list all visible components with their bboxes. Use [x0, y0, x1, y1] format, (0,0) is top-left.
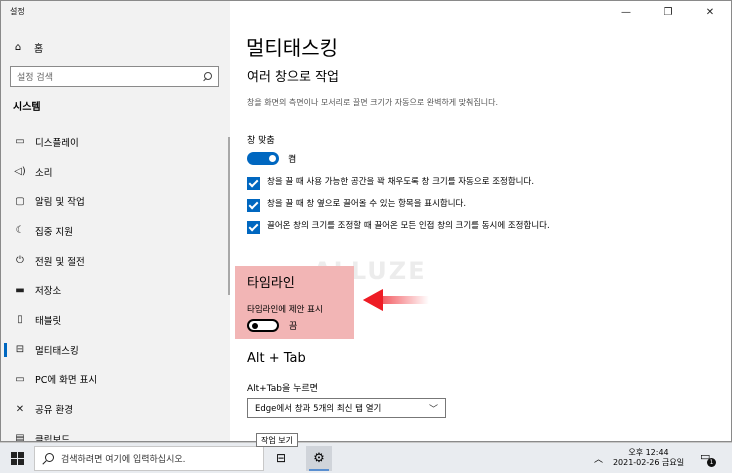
storage-icon: ▬ — [15, 284, 25, 296]
sidebar-item-focus-assist[interactable]: ☾ 집중 지원 — [1, 216, 230, 246]
maximize-button[interactable]: ❐ — [647, 1, 689, 23]
start-button[interactable] — [0, 443, 34, 473]
snap-option-fill[interactable]: 창을 끌 때 사용 가능한 공간을 꽉 채우도록 창 크기를 자동으로 조정합니… — [247, 176, 577, 190]
timeline-label: 타임라인에 제안 표시 — [247, 305, 323, 315]
sidebar-item-label: 집중 지원 — [35, 226, 73, 238]
alttab-select[interactable]: Edge에서 창과 5개의 최신 탭 열기 ﹀ — [247, 398, 446, 418]
window-controls: — ❐ ✕ — [605, 1, 731, 23]
snap-toggle-row: 켬 — [247, 152, 296, 165]
close-button[interactable]: ✕ — [689, 1, 731, 23]
sidebar-item-multitasking[interactable]: ⊟ 멀티태스킹 — [1, 335, 230, 365]
home-icon: ⌂ — [14, 41, 22, 53]
timeline-toggle-state: 끔 — [289, 322, 298, 332]
taskbar-search-placeholder: 검색하려면 여기에 입력하십시오. — [61, 455, 186, 465]
checkbox-label: 끌어온 창의 크기를 조정할 때 끌어온 모든 인접 창의 크기를 동시에 조정… — [267, 221, 550, 231]
snap-description: 창을 화면의 측면이나 모서리로 끌면 크기가 자동으로 완벽하게 맞춰집니다. — [247, 98, 499, 107]
snap-toggle-state: 켬 — [288, 155, 297, 165]
snap-option-show[interactable]: 창을 끌 때 창 옆으로 끌어올 수 있는 항목을 표시합니다. — [247, 198, 577, 212]
red-arrow-icon — [363, 289, 429, 311]
alttab-title: Alt + Tab — [247, 351, 306, 366]
snap-option-resize[interactable]: 끌어온 창의 크기를 조정할 때 끌어온 모든 인접 창의 크기를 동시에 조정… — [247, 220, 577, 234]
sidebar-item-label: 알림 및 작업 — [35, 197, 85, 209]
sidebar-item-sound[interactable]: ◁) 소리 — [1, 157, 230, 187]
sidebar-item-label: 디스플레이 — [35, 137, 79, 149]
speaker-icon: ◁) — [14, 166, 26, 178]
sidebar-item-notifications[interactable]: ▢ 알림 및 작업 — [1, 186, 230, 216]
sidebar-item-clipboard[interactable]: ▤ 클립보드 — [1, 424, 230, 442]
app-title: 설정 — [10, 7, 25, 16]
sidebar-item-label: 공유 환경 — [35, 405, 73, 417]
sidebar-item-label: PC에 화면 표시 — [35, 375, 98, 387]
tray-chevron-up-icon[interactable]: ︿ — [594, 452, 603, 465]
sidebar-item-tablet[interactable]: ▯ 태블릿 — [1, 305, 230, 335]
snap-label: 창 맞춤 — [247, 136, 275, 146]
search-icon — [41, 452, 55, 465]
sidebar-item-storage[interactable]: ▬ 저장소 — [1, 275, 230, 305]
sidebar-nav: ▭ 디스플레이 ◁) 소리 ▢ 알림 및 작업 ☾ 집중 지원 ⏻ 전원 및 절… — [1, 127, 230, 442]
search-icon[interactable] — [202, 71, 212, 82]
checkbox-label: 창을 끌 때 사용 가능한 공간을 꽉 채우도록 창 크기를 자동으로 조정합니… — [267, 177, 535, 187]
clock-date: 2021-02-26 금요일 — [612, 458, 685, 467]
power-icon: ⏻ — [16, 255, 24, 267]
section-title: 시스템 — [13, 102, 41, 113]
settings-window: 설정 ⌂ 홈 설정 검색 시스템 ▭ 디스플레이 ◁) 소리 ▢ 알림 및 작업 — [0, 0, 732, 442]
alttab-label: Alt+Tab을 누르면 — [247, 384, 318, 394]
notification-badge: 1 — [707, 458, 716, 467]
taskbar: 검색하려면 여기에 입력하십시오. ⊟ ⚙ ︿ 오후 12:44 2021-02… — [0, 442, 732, 473]
moon-icon: ☾ — [15, 225, 25, 237]
clock[interactable]: 오후 12:44 2021-02-26 금요일 — [611, 448, 686, 468]
search-placeholder: 설정 검색 — [17, 73, 53, 83]
task-view-button[interactable]: ⊟ — [270, 448, 292, 468]
sidebar-item-label: 전원 및 절전 — [35, 256, 85, 268]
windows-logo-icon — [10, 451, 24, 465]
sidebar-item-display[interactable]: ▭ 디스플레이 — [1, 127, 230, 157]
sidebar-item-shared-experiences[interactable]: ✕ 공유 환경 — [1, 394, 230, 424]
timeline-title: 타임라인 — [247, 276, 295, 291]
main-content: — ❐ ✕ 멀티태스킹 여러 창으로 작업 창을 화면의 측면이나 모서리로 끌… — [230, 1, 731, 441]
chevron-down-icon: ﹀ — [428, 404, 438, 415]
project-icon: ▭ — [15, 373, 25, 385]
alttab-select-value: Edge에서 창과 5개의 최신 탭 열기 — [255, 404, 382, 414]
home-label: 홈 — [34, 43, 44, 55]
checkbox-checked[interactable] — [247, 177, 260, 190]
timeline-highlight: 타임라인 타임라인에 제안 표시 끔 — [235, 266, 354, 339]
snap-options: 창을 끌 때 사용 가능한 공간을 꽉 채우도록 창 크기를 자동으로 조정합니… — [247, 176, 577, 242]
snap-toggle[interactable] — [247, 152, 279, 165]
minimize-button[interactable]: — — [605, 1, 647, 23]
sidebar-item-label: 저장소 — [35, 286, 62, 298]
taskbar-search-input[interactable]: 검색하려면 여기에 입력하십시오. — [34, 446, 264, 471]
sidebar-item-label: 멀티태스킹 — [35, 345, 79, 357]
settings-search-input[interactable]: 설정 검색 — [10, 66, 219, 87]
share-icon: ✕ — [15, 403, 25, 415]
home-link[interactable]: ⌂ 홈 — [10, 39, 43, 55]
sidebar: 설정 ⌂ 홈 설정 검색 시스템 ▭ 디스플레이 ◁) 소리 ▢ 알림 및 작업 — [1, 1, 230, 441]
task-view-icon: ⊟ — [275, 451, 287, 465]
multitasking-icon: ⊟ — [15, 344, 25, 356]
snap-section-title: 여러 창으로 작업 — [247, 70, 339, 85]
sidebar-item-label: 클립보드 — [35, 434, 70, 442]
sidebar-item-project[interactable]: ▭ PC에 화면 표시 — [1, 365, 230, 395]
timeline-toggle-row: 끔 — [247, 319, 297, 332]
timeline-toggle[interactable] — [247, 319, 279, 332]
clipboard-icon: ▤ — [15, 433, 25, 442]
tablet-icon: ▯ — [17, 314, 23, 326]
clock-time: 오후 12:44 — [628, 448, 669, 457]
checkbox-checked[interactable] — [247, 221, 260, 234]
notification-icon: ▢ — [15, 195, 25, 207]
sidebar-item-label: 소리 — [35, 167, 53, 179]
sidebar-item-power[interactable]: ⏻ 전원 및 절전 — [1, 246, 230, 276]
gear-icon: ⚙ — [313, 451, 325, 466]
settings-taskbar-button[interactable]: ⚙ — [306, 446, 332, 471]
task-view-tooltip: 작업 보기 — [256, 433, 298, 447]
sidebar-item-label: 태블릿 — [35, 315, 62, 327]
checkbox-checked[interactable] — [247, 199, 260, 212]
display-icon: ▭ — [15, 136, 25, 148]
checkbox-label: 창을 끌 때 창 옆으로 끌어올 수 있는 항목을 표시합니다. — [267, 199, 467, 209]
notification-center-button[interactable]: ▭ 1 — [700, 450, 716, 467]
page-title: 멀티태스킹 — [246, 36, 338, 60]
